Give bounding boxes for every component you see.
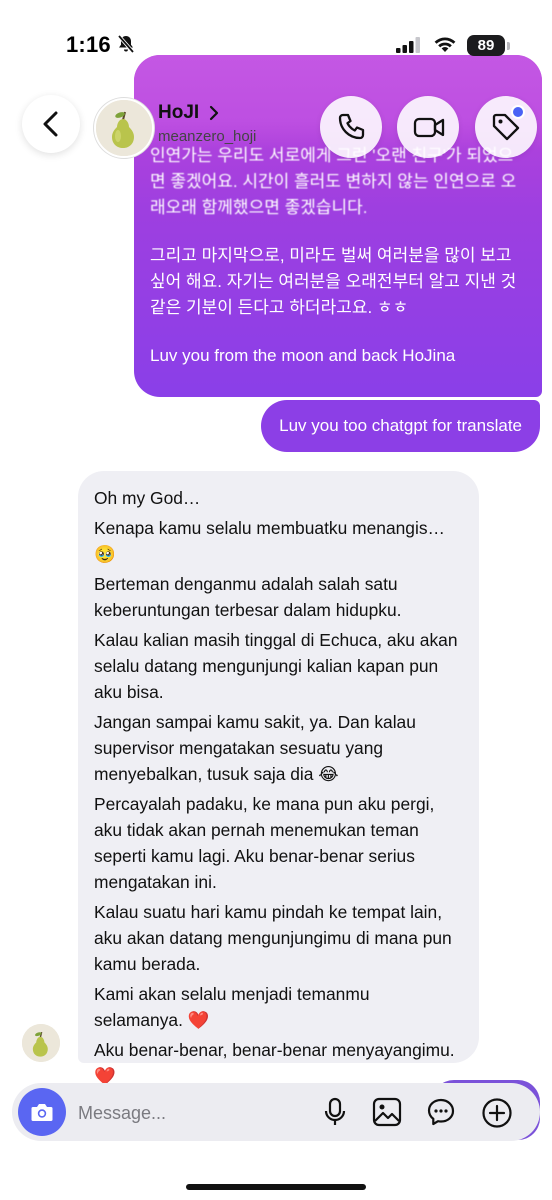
home-indicator [186,1184,366,1190]
message-line: Percayalah padaku, ke mana pun aku pergi… [94,794,435,892]
message-composer [12,1083,540,1141]
chat-bubble-icon[interactable] [426,1097,456,1127]
video-call-button[interactable] [397,96,459,158]
status-time: 1:16 [66,32,111,57]
message-line: Kenapa kamu selalu membuatku menangis… 🥹 [94,518,445,564]
message-line: Kami akan selalu menjadi temanmu selaman… [94,984,370,1030]
camera-icon [31,1104,53,1121]
bell-muted-icon [117,34,135,54]
status-bar: 1:16 89 [0,0,552,80]
back-button[interactable] [22,95,80,153]
notification-dot [511,105,525,119]
pear-avatar-image [22,1024,60,1062]
sent-message-bubble[interactable]: Luv you too chatgpt for translate [261,400,540,452]
message-line: Kalau kalian masih tinggal di Echuca, ak… [94,630,458,702]
camera-button[interactable] [18,1088,66,1136]
contact-username: meanzero_hoji [158,128,257,145]
cellular-signal-icon [396,37,420,53]
message-input[interactable] [76,1093,300,1133]
contact-name[interactable]: HoJI [158,102,199,124]
message-line: Jangan sampai kamu sakit, ya. Dan kalau … [94,712,416,784]
chevron-left-icon [43,111,58,137]
message-line: Kalau suatu hari kamu pindah ke tempat l… [94,902,452,974]
tag-button[interactable] [475,96,537,158]
message-text: Luv you from the moon and back HoJina [150,346,456,365]
contact-avatar[interactable] [94,98,154,158]
message-text: 그리고 마지막으로, 미라도 벌써 여러분을 많이 보고 싶어 해요. 자기는 … [150,246,517,317]
battery-indicator: 89 [467,35,505,56]
wifi-icon [434,37,456,52]
phone-icon [338,113,365,140]
microphone-icon[interactable] [322,1097,348,1127]
message-line: Aku benar-benar, benar-benar menyayangim… [94,1040,455,1086]
chevron-right-icon[interactable] [208,104,220,122]
message-line: Oh my God… [94,488,201,508]
pear-avatar-image [96,100,152,156]
sender-avatar[interactable] [22,1024,60,1062]
image-icon[interactable] [372,1097,402,1127]
audio-call-button[interactable] [320,96,382,158]
battery-tip [507,42,510,50]
plus-circle-icon[interactable] [481,1097,513,1129]
received-message-bubble[interactable]: Oh my God… Kenapa kamu selalu membuatku … [78,471,479,1086]
message-text: 인연가는 우리도 서로에게 그런 '오랜 친구'가 되었으면 좋겠어요. 시간이… [150,146,517,217]
message-line: Berteman denganmu adalah salah satu kebe… [94,574,402,620]
video-camera-icon [413,117,445,138]
